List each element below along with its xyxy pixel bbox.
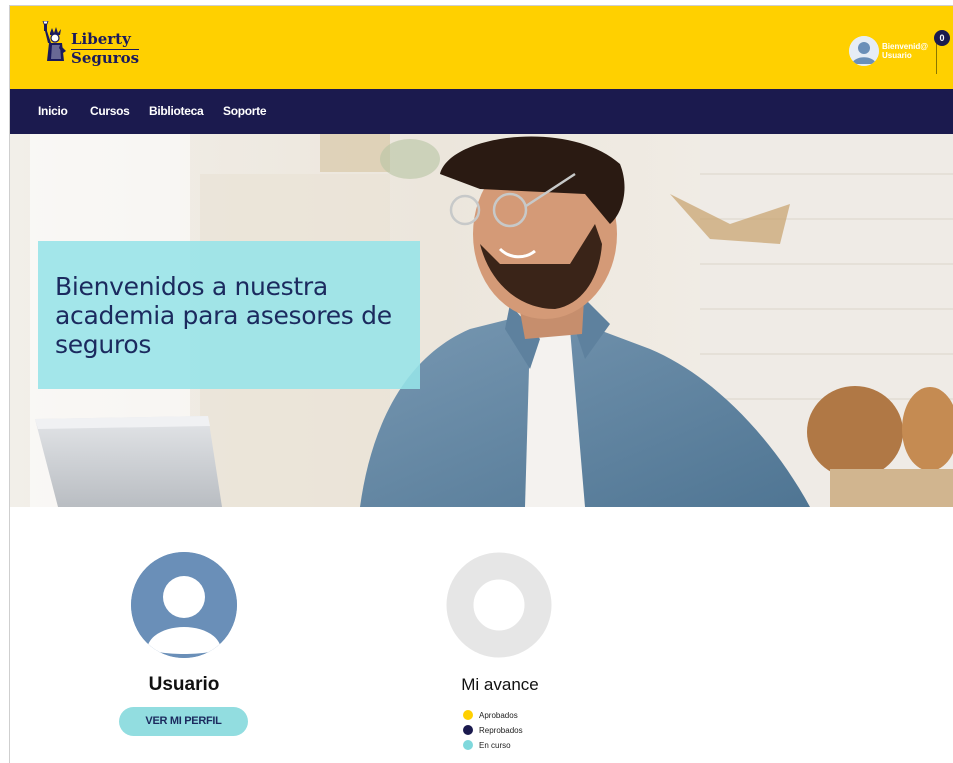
logo-line-2: Seguros xyxy=(71,49,140,67)
logo-wordmark: Liberty Seguros xyxy=(71,30,140,67)
legend-dot-reprobados xyxy=(463,725,473,735)
greeting-line-2: Usuario xyxy=(882,51,912,60)
legend-dot-en-curso xyxy=(463,740,473,750)
legend-label-aprobados: Aprobados xyxy=(479,711,518,720)
legend-label-en-curso: En curso xyxy=(479,741,511,750)
user-avatar-icon[interactable] xyxy=(849,36,879,66)
progress-title: Mi avance xyxy=(461,675,539,694)
nav-item-biblioteca[interactable]: Biblioteca xyxy=(149,104,204,118)
page-frame: Liberty Seguros Bienvenid@ Usuario 0 Ini… xyxy=(9,5,953,763)
legend-dot-aprobados xyxy=(463,710,473,720)
profile-name: Usuario xyxy=(148,674,220,695)
logo-line-1: Liberty xyxy=(71,30,131,48)
nav-item-cursos[interactable]: Cursos xyxy=(90,104,130,118)
view-profile-button[interactable]: VER MI PERFIL xyxy=(119,707,248,736)
notification-badge[interactable]: 0 xyxy=(934,30,950,46)
progress-donut-chart xyxy=(446,552,552,658)
hero-title: Bienvenidos a nuestra academia para ases… xyxy=(55,272,392,359)
header-bar: Liberty Seguros Bienvenid@ Usuario 0 xyxy=(10,6,953,89)
hero-welcome-box: Bienvenidos a nuestra academia para ases… xyxy=(38,241,420,389)
nav-item-soporte[interactable]: Soporte xyxy=(223,104,267,118)
greeting-line-1: Bienvenid@ xyxy=(882,42,929,51)
statue-of-liberty-icon xyxy=(42,21,66,61)
nav-item-inicio[interactable]: Inicio xyxy=(38,104,68,118)
hero-banner: Bienvenidos a nuestra academia para ases… xyxy=(10,134,953,507)
header-divider xyxy=(936,42,937,74)
legend-label-reprobados: Reprobados xyxy=(479,726,523,735)
user-menu[interactable]: Bienvenid@ Usuario xyxy=(849,36,939,70)
main-nav: Inicio Cursos Biblioteca Soporte xyxy=(10,89,953,134)
profile-avatar-icon xyxy=(131,552,237,658)
user-greeting: Bienvenid@ Usuario xyxy=(882,42,942,60)
liberty-seguros-logo[interactable]: Liberty Seguros xyxy=(38,21,140,73)
